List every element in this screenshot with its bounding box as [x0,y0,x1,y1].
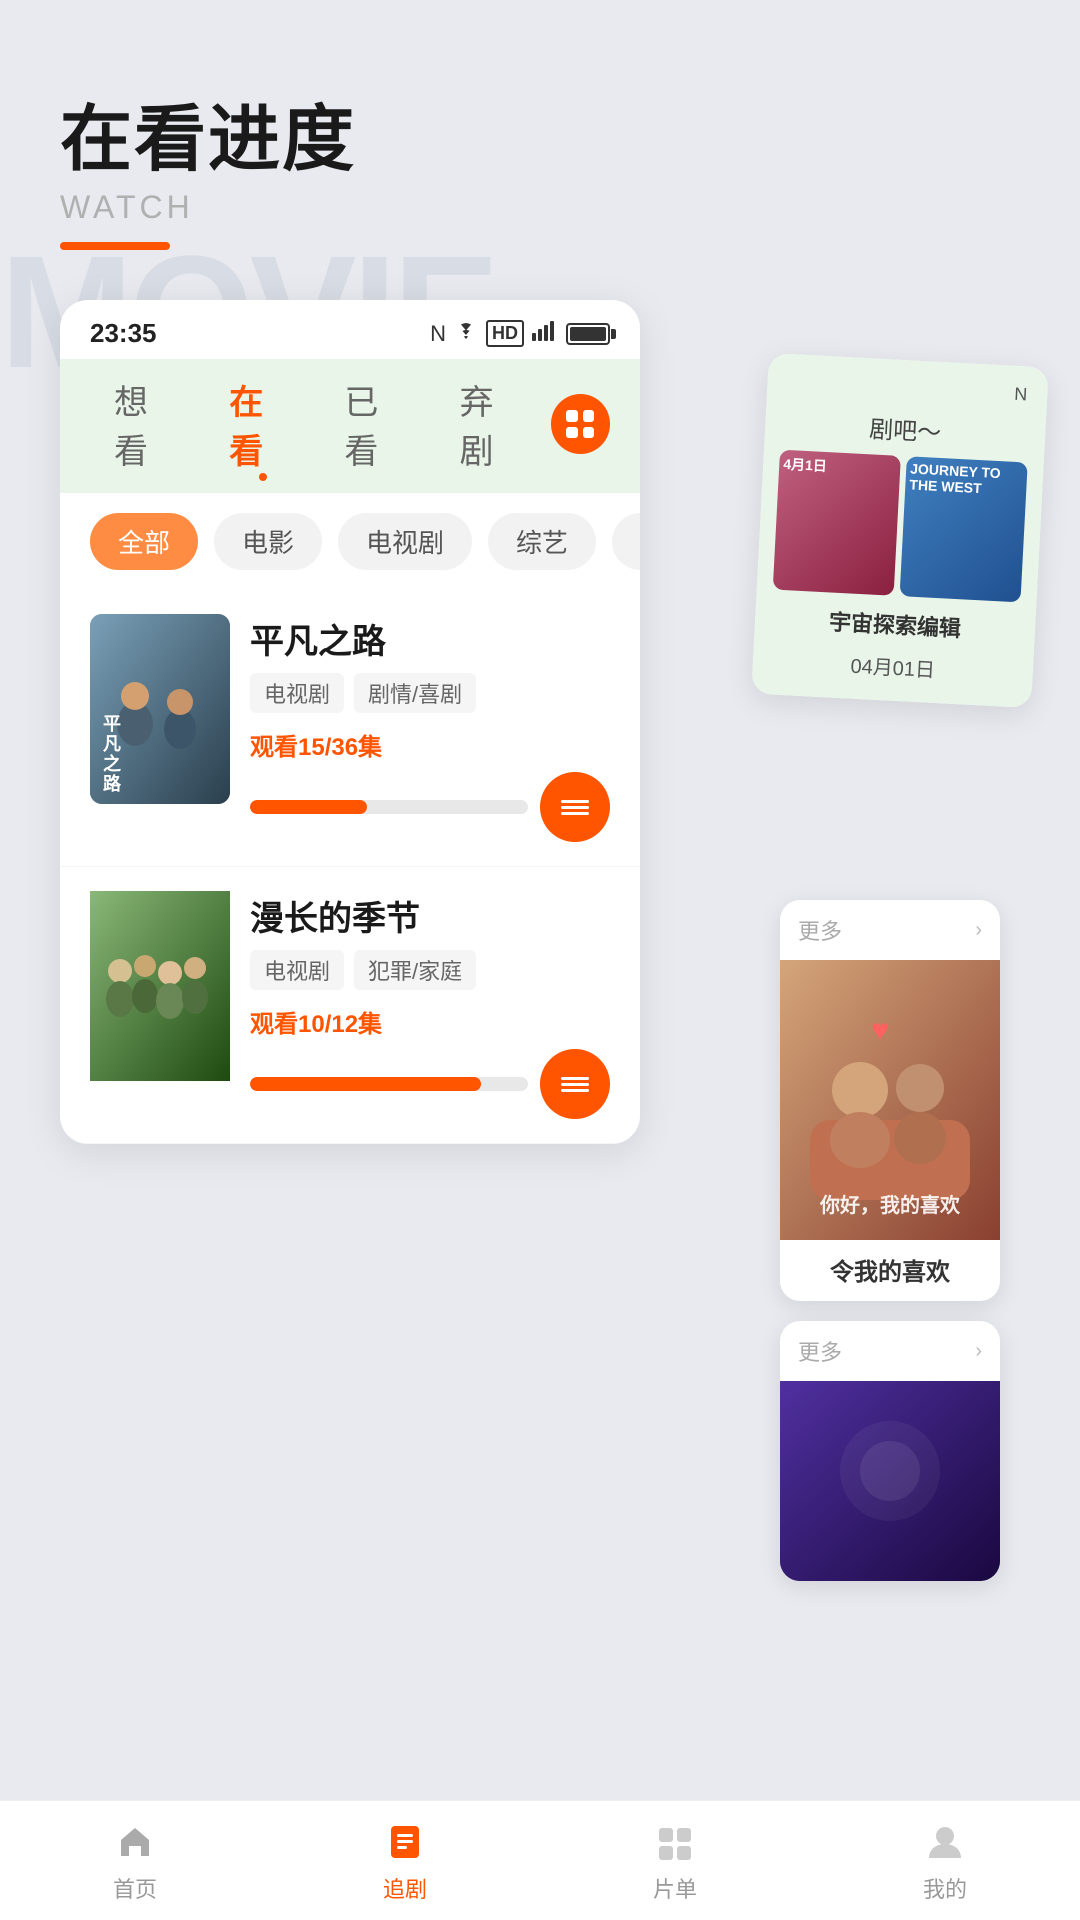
wifi-icon [454,321,478,347]
show-item-pfzl[interactable]: 平凡之路 平凡之路 电视剧 剧情/喜剧 观看15/36集 [60,590,640,867]
lr-card-dark-header: 更多 › [780,1321,1000,1381]
lr-card-dark-more[interactable]: 更多 [798,1335,842,1367]
show-poster-mczj [90,891,230,1081]
add-episode-icon-pfzl [561,800,589,815]
status-icons: N HD [430,320,610,347]
tab-want-watch[interactable]: 想看 [90,369,205,479]
show-title-mczj: 漫长的季节 [250,891,610,940]
lr-card-romance-overlay: 你好，我的喜欢 [790,1192,990,1220]
filter-anime[interactable]: 动漫 [612,513,640,570]
lr-card-dark[interactable]: 更多 › [780,1321,1000,1581]
lower-right-area: 更多 › [780,900,1000,1601]
add-episode-icon-mczj [561,1077,589,1092]
page-title-en: WATCH [60,189,1020,226]
movie-posters-right: 4月1日 JOURNEY TO THE WEST [766,449,1033,612]
show-tag-mczj-type: 电视剧 [250,950,344,990]
track-icon [381,1818,429,1866]
lr-card-romance-arrow: › [975,919,982,942]
card-container: N 剧吧～ 4月1日 JOURNEY TO THE WEST 宇宙探索编辑 04… [60,300,1020,1144]
bottom-nav: 首页 追剧 片单 [0,1800,1080,1920]
tab-menu-button[interactable] [551,394,610,454]
filter-all[interactable]: 全部 [90,513,198,570]
page-title-zh: 在看进度 [60,80,1020,185]
status-time: 23:35 [90,318,157,349]
progress-row-pfzl [250,772,610,842]
bg-card-nfc-icon: N [1014,384,1028,406]
lr-card-romance-header: 更多 › [780,900,1000,960]
show-progress-label-mczj: 观看10/12集 [250,1004,610,1039]
show-tag-mczj-genre: 犯罪/家庭 [354,950,476,990]
progress-row-mczj [250,1049,610,1119]
show-info-mczj: 漫长的季节 电视剧 犯罪/家庭 观看10/12集 [250,891,610,1119]
show-tag-pfzl-genre: 剧情/喜剧 [354,673,476,713]
progress-bar-fill-pfzl [250,800,367,814]
signal-icon [532,321,556,347]
nav-track[interactable]: 追剧 [381,1818,429,1904]
nav-list-label: 片单 [653,1872,697,1904]
progress-bar-bg-pfzl [250,800,528,814]
battery-icon [566,323,610,345]
show-info-pfzl: 平凡之路 电视剧 剧情/喜剧 观看15/36集 [250,614,610,842]
tab-dropped[interactable]: 弃剧 [436,369,551,479]
main-card-area: N 剧吧～ 4月1日 JOURNEY TO THE WEST 宇宙探索编辑 04… [0,300,1080,1144]
lr-card-dark-arrow: › [975,1340,982,1363]
nav-home[interactable]: 首页 [111,1818,159,1904]
poster-mini-journey: JOURNEY TO THE WEST [900,456,1028,602]
nav-me-label: 我的 [923,1872,967,1904]
nav-home-label: 首页 [113,1872,157,1904]
lr-card-romance-title: 令我的喜欢 [780,1240,1000,1301]
show-title-pfzl: 平凡之路 [250,614,610,663]
tab-watched[interactable]: 已看 [320,369,435,479]
progress-bar-fill-mczj [250,1077,481,1091]
grid-icon [566,410,594,438]
lr-card-romance-more[interactable]: 更多 [798,914,842,946]
filter-tv[interactable]: 电视剧 [338,513,472,570]
tab-watching[interactable]: 在看 [205,369,320,479]
nfc-icon: N [430,321,446,347]
show-item-mczj[interactable]: 漫长的季节 电视剧 犯罪/家庭 观看10/12集 [60,867,640,1144]
poster-mini-fashion-text: 4月1日 [779,450,901,484]
me-icon [921,1818,969,1866]
lr-card-romance-image: ♥ 你好，我的喜欢 [780,960,1000,1240]
poster-pfzl-text: 平凡之路 [98,714,124,794]
show-progress-label-pfzl: 观看15/36集 [250,727,610,762]
nav-me[interactable]: 我的 [921,1818,969,1904]
nav-list[interactable]: 片单 [651,1818,699,1904]
show-tags-pfzl: 电视剧 剧情/喜剧 [250,673,610,713]
svg-text:♥: ♥ [871,1014,889,1047]
show-tag-pfzl-type: 电视剧 [250,673,344,713]
page-header: 在看进度 WATCH [0,0,1080,280]
nav-track-label: 追剧 [383,1872,427,1904]
home-icon [111,1818,159,1866]
show-poster-pfzl: 平凡之路 [90,614,230,804]
add-episode-btn-mczj[interactable] [540,1049,610,1119]
list-icon [651,1818,699,1866]
add-episode-btn-pfzl[interactable] [540,772,610,842]
status-bar: 23:35 N HD [60,300,640,359]
poster-mini-fashion: 4月1日 [773,450,901,596]
primary-card: 23:35 N HD 想看 在看 [60,300,640,1144]
title-underline [60,242,170,250]
poster-mini-journey-text: JOURNEY TO THE WEST [905,456,1028,502]
filter-row: 全部 电影 电视剧 综艺 动漫 [60,493,640,590]
progress-bar-bg-mczj [250,1077,528,1091]
hd-icon: HD [486,320,524,347]
lr-card-dark-image [780,1381,1000,1581]
filter-variety[interactable]: 综艺 [488,513,596,570]
show-tags-mczj: 电视剧 犯罪/家庭 [250,950,610,990]
tabs-row: 想看 在看 已看 弃剧 [60,359,640,493]
filter-movie[interactable]: 电影 [214,513,322,570]
bg-card-right: N 剧吧～ 4月1日 JOURNEY TO THE WEST 宇宙探索编辑 04… [751,353,1048,708]
lr-card-romance[interactable]: 更多 › [780,900,1000,1301]
